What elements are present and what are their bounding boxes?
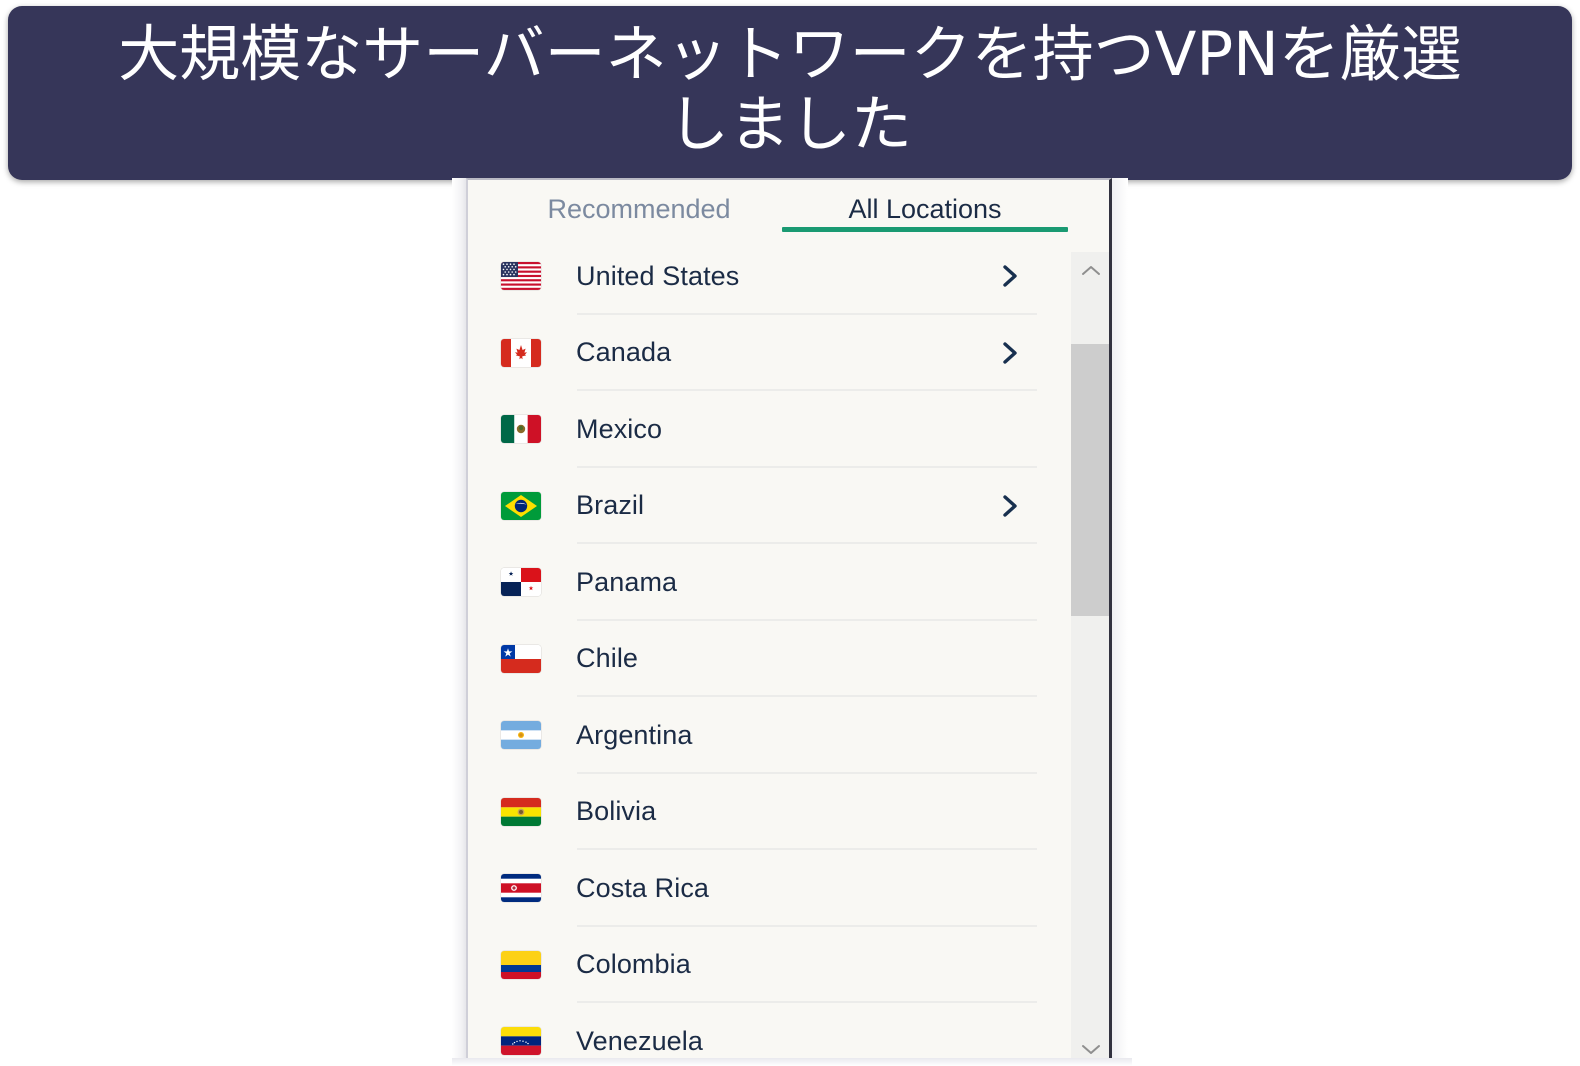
active-tab-indicator bbox=[782, 227, 1068, 232]
list-item[interactable]: Mexico bbox=[468, 391, 1068, 468]
list-item[interactable]: Costa Rica bbox=[468, 850, 1068, 927]
chevron-right-icon[interactable] bbox=[995, 491, 1025, 521]
list-item[interactable]: Argentina bbox=[468, 697, 1068, 774]
flag-icon-chile bbox=[501, 644, 541, 673]
scrollbar-up-arrow[interactable] bbox=[1071, 252, 1109, 290]
flag-icon-mexico bbox=[501, 415, 541, 444]
country-label: Venezuela bbox=[576, 1025, 704, 1056]
country-label: Mexico bbox=[576, 413, 663, 444]
panel-left-gutter bbox=[452, 178, 466, 1066]
banner-title: 大規模なサーバーネットワークを持つVPNを厳選 しました bbox=[118, 19, 1462, 160]
chevron-right-icon[interactable] bbox=[995, 338, 1025, 368]
panel-right-gutter bbox=[1112, 178, 1128, 1066]
flag-icon-united-states bbox=[501, 262, 541, 291]
country-label: Costa Rica bbox=[576, 872, 710, 903]
country-label: Chile bbox=[576, 643, 639, 674]
flag-icon-panama bbox=[501, 568, 541, 597]
country-label: Canada bbox=[576, 337, 672, 368]
tab-recommended[interactable]: Recommended bbox=[496, 180, 782, 238]
flag-icon-bolivia bbox=[501, 797, 541, 826]
flag-icon-costa-rica bbox=[501, 874, 541, 903]
flag-icon-brazil bbox=[501, 491, 541, 520]
country-label: Panama bbox=[576, 566, 678, 597]
flag-icon-argentina bbox=[501, 721, 541, 750]
list-item[interactable]: Brazil bbox=[468, 468, 1068, 544]
list-item[interactable]: Canada bbox=[468, 315, 1068, 391]
screenshot-root: 大規模なサーバーネットワークを持つVPNを厳選 しました Recommended… bbox=[0, 0, 1580, 1066]
list-scrollbar[interactable] bbox=[1071, 252, 1109, 1066]
flag-icon-venezuela bbox=[501, 1027, 541, 1056]
header-banner: 大規模なサーバーネットワークを持つVPNを厳選 しました bbox=[8, 6, 1572, 180]
tab-recommended-label: Recommended bbox=[547, 193, 731, 224]
list-item[interactable]: Colombia bbox=[468, 927, 1068, 1003]
tab-all-locations-label: All Locations bbox=[848, 193, 1002, 224]
country-label: United States bbox=[576, 260, 740, 291]
flag-icon-colombia bbox=[501, 950, 541, 979]
list-item[interactable]: Panama bbox=[468, 544, 1068, 621]
list-item[interactable]: Bolivia bbox=[468, 774, 1068, 850]
list-item[interactable]: Chile bbox=[468, 621, 1068, 697]
vpn-location-panel: Recommended All Locations United States … bbox=[466, 178, 1112, 1066]
country-label: Brazil bbox=[576, 490, 645, 521]
country-label: Bolivia bbox=[576, 796, 657, 827]
chevron-right-icon[interactable] bbox=[995, 261, 1025, 291]
list-item[interactable]: Venezuela bbox=[468, 1003, 1068, 1066]
scrollbar-thumb[interactable] bbox=[1071, 344, 1109, 616]
list-item[interactable]: United States bbox=[468, 238, 1068, 315]
panel-bottom-edge bbox=[452, 1058, 1132, 1066]
country-list: United States Canada Mexico Brazil Panam… bbox=[468, 238, 1068, 1066]
country-label: Argentina bbox=[576, 719, 693, 750]
country-label: Colombia bbox=[576, 949, 691, 980]
flag-icon-canada bbox=[501, 338, 541, 367]
